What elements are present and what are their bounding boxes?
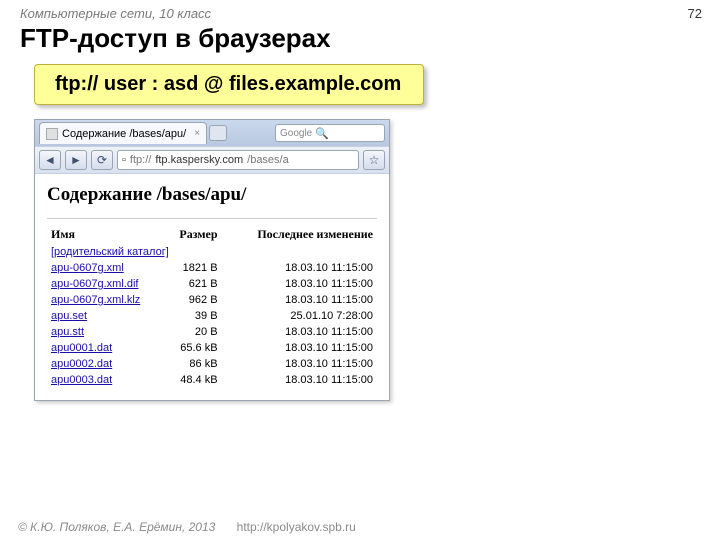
forward-button[interactable]: ► [65, 150, 87, 170]
file-size: 48.4 kB [165, 372, 228, 388]
listing-heading: Содержание /bases/apu/ [47, 184, 377, 206]
page-content: Содержание /bases/apu/ Имя Размер Послед… [35, 174, 389, 400]
file-modified: 18.03.10 11:15:00 [228, 372, 377, 388]
url-host: ftp.kaspersky.com [155, 154, 243, 166]
ftp-proto: ftp:// [55, 73, 104, 95]
url-scheme: ftp:// [130, 154, 151, 166]
toolbar: ◄ ► ⟳ ▫ ftp://ftp.kaspersky.com/bases/a … [35, 146, 389, 174]
directory-listing: Имя Размер Последнее изменение [родитель… [47, 225, 377, 388]
table-row: apu-0607g.xml.klz 962 B18.03.10 11:15:00 [47, 292, 377, 308]
table-row: apu0001.dat 65.6 kB18.03.10 11:15:00 [47, 340, 377, 356]
close-icon[interactable]: × [194, 128, 200, 139]
slide-footer: © К.Ю. Поляков, Е.А. Ерёмин, 2013 http:/… [18, 520, 356, 534]
address-bar[interactable]: ▫ ftp:// ftp.kaspersky.com/bases/a [117, 150, 359, 170]
col-modified: Последнее изменение [228, 225, 377, 244]
file-link[interactable]: apu-0607g.xml [51, 262, 124, 274]
ftp-user: user [104, 73, 146, 95]
file-link[interactable]: apu0003.dat [51, 374, 112, 386]
slide-title: FTP-доступ в браузерах [20, 23, 720, 54]
footer-url: http://kpolyakov.spb.ru [237, 520, 356, 534]
file-link[interactable]: apu.set [51, 310, 87, 322]
file-size: 65.6 kB [165, 340, 228, 356]
table-row: apu.set 39 B25.01.10 7:28:00 [47, 308, 377, 324]
parent-dir-link[interactable]: [родительский каталог] [51, 246, 169, 258]
ftp-sep-at: @ [198, 73, 229, 95]
file-link[interactable]: apu0002.dat [51, 358, 112, 370]
file-size: 86 kB [165, 356, 228, 372]
page-icon: ▫ [122, 154, 126, 166]
back-button[interactable]: ◄ [39, 150, 61, 170]
course-subtitle: Компьютерные сети, 10 класс [0, 0, 720, 21]
table-row: apu-0607g.xml 1821 B18.03.10 11:15:00 [47, 260, 377, 276]
table-row: apu.stt 20 B18.03.10 11:15:00 [47, 324, 377, 340]
file-modified: 18.03.10 11:15:00 [228, 340, 377, 356]
col-name: Имя [47, 225, 165, 244]
new-tab-button[interactable] [209, 125, 227, 141]
file-link[interactable]: apu0001.dat [51, 342, 112, 354]
file-modified: 18.03.10 11:15:00 [228, 292, 377, 308]
browser-window: Содержание /bases/apu/ × Google 🔍 ◄ ► ⟳ … [34, 119, 390, 401]
search-placeholder: Google [280, 128, 312, 139]
divider [47, 218, 377, 219]
search-icon: 🔍 [315, 127, 329, 140]
file-modified: 18.03.10 11:15:00 [228, 324, 377, 340]
file-modified: 18.03.10 11:15:00 [228, 276, 377, 292]
file-size: 1821 B [165, 260, 228, 276]
browser-tab[interactable]: Содержание /bases/apu/ × [39, 122, 207, 144]
ftp-url-example: ftp:// user : asd @ files.example.com [34, 64, 424, 105]
search-field[interactable]: Google 🔍 [275, 124, 385, 142]
tab-title: Содержание /bases/apu/ [62, 128, 186, 140]
file-link[interactable]: apu-0607g.xml.klz [51, 294, 140, 306]
file-size: 20 B [165, 324, 228, 340]
table-row: apu0002.dat 86 kB18.03.10 11:15:00 [47, 356, 377, 372]
copyright: © К.Ю. Поляков, Е.А. Ерёмин, 2013 [18, 520, 215, 534]
page-number: 72 [688, 6, 702, 21]
file-link[interactable]: apu-0607g.xml.dif [51, 278, 138, 290]
file-modified: 25.01.10 7:28:00 [228, 308, 377, 324]
col-size: Размер [165, 225, 228, 244]
file-modified: 18.03.10 11:15:00 [228, 260, 377, 276]
tab-bar: Содержание /bases/apu/ × Google 🔍 [35, 120, 389, 146]
file-icon [46, 128, 58, 140]
ftp-pass: asd [164, 73, 198, 95]
file-link[interactable]: apu.stt [51, 326, 84, 338]
table-row: apu-0607g.xml.dif 621 B18.03.10 11:15:00 [47, 276, 377, 292]
bookmark-button[interactable]: ☆ [363, 150, 385, 170]
file-modified: 18.03.10 11:15:00 [228, 356, 377, 372]
ftp-sep-colon: : [146, 73, 164, 95]
table-row: apu0003.dat 48.4 kB18.03.10 11:15:00 [47, 372, 377, 388]
file-size: 962 B [165, 292, 228, 308]
file-size: 39 B [165, 308, 228, 324]
reload-button[interactable]: ⟳ [91, 150, 113, 170]
url-path: /bases/a [247, 154, 289, 166]
file-size: 621 B [165, 276, 228, 292]
ftp-host: files.example.com [229, 73, 401, 95]
